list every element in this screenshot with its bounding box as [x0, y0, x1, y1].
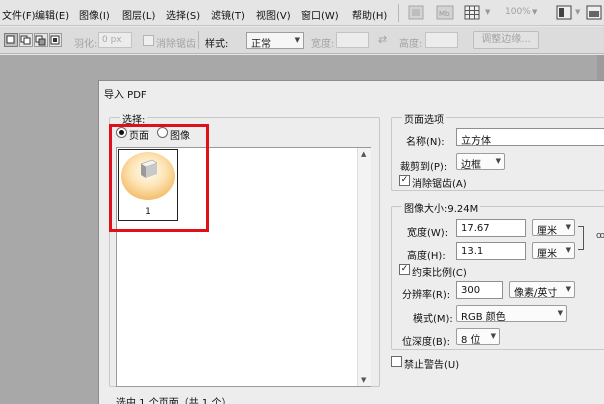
height-option-label: 高度:: [399, 39, 423, 50]
screen-mode-icon[interactable]: [586, 5, 602, 20]
resolution-unit-value: 像素/英寸: [514, 288, 558, 299]
height-unit-select[interactable]: 厘米 ▼: [532, 242, 575, 260]
suppress-warnings-label[interactable]: 禁止警告(U): [404, 356, 459, 371]
page-options-label: 页面选项: [402, 111, 446, 126]
suppress-warnings-checkbox[interactable]: [391, 356, 402, 367]
selection-mode-icons[interactable]: [4, 33, 62, 47]
crop-to-label: 裁剪到(P):: [400, 162, 448, 173]
menu-help[interactable]: 帮助(H): [352, 7, 387, 22]
antialias-checkbox-disabled[interactable]: [143, 35, 154, 46]
dialog-title: 导入 PDF: [104, 90, 147, 101]
refine-edge-button[interactable]: 调整边缘...: [473, 31, 539, 49]
options-divider: [198, 31, 199, 49]
menu-filter[interactable]: 滤镜(T): [211, 7, 245, 22]
menu-file[interactable]: 文件(F): [2, 7, 36, 22]
page-list-scrollbar[interactable]: ▲ ▼: [357, 148, 371, 386]
menu-view[interactable]: 视图(V): [256, 7, 291, 22]
menu-bar: 文件(F) 编辑(E) 图像(I) 图层(L) 选择(S) 滤镜(T) 视图(V…: [0, 0, 604, 26]
crop-to-select[interactable]: 边框 ▼: [456, 153, 505, 171]
selection-status: 选中 1 个页面（共 1 个）: [116, 398, 232, 404]
height-input[interactable]: 13.1: [456, 242, 526, 260]
mode-select[interactable]: RGB 颜色 ▼: [456, 305, 567, 323]
scroll-up-icon[interactable]: ▲: [361, 150, 366, 158]
style-value: 正常: [251, 39, 271, 50]
style-select[interactable]: 正常 ▼: [246, 32, 304, 50]
svg-text:Mb: Mb: [439, 10, 450, 18]
arrange-dropdown-icon[interactable]: ▼: [575, 8, 580, 16]
width-option-label: 宽度:: [311, 39, 335, 50]
height-option-input[interactable]: [425, 32, 458, 48]
bit-depth-select[interactable]: 8 位 ▼: [456, 328, 500, 346]
chevron-down-icon: ▼: [495, 157, 501, 165]
resolution-unit-select[interactable]: 像素/英寸 ▼: [509, 281, 575, 299]
constrain-link-bracket: [578, 226, 584, 250]
resolution-label: 分辨率(R):: [402, 290, 451, 301]
grid-view-icon[interactable]: [464, 5, 480, 20]
constrain-checkbox[interactable]: ✓: [399, 264, 410, 275]
chevron-down-icon: ▼: [490, 332, 496, 340]
antialias-option-label: 消除锯齿: [156, 39, 196, 50]
constrain-label[interactable]: 约束比例(C): [412, 264, 467, 279]
arrange-documents-icon[interactable]: [556, 5, 572, 20]
mode-label: 模式(M):: [413, 314, 453, 325]
bit-depth-label: 位深度(B):: [402, 337, 451, 348]
zoom-level[interactable]: 100%: [505, 7, 531, 17]
mode-value: RGB 颜色: [461, 312, 506, 323]
image-size-label: 图像大小:9.24M: [402, 200, 481, 215]
chevron-down-icon: ▼: [557, 309, 563, 317]
menu-edit[interactable]: 编辑(E): [35, 7, 69, 22]
name-label: 名称(N):: [406, 137, 445, 148]
feather-input[interactable]: 0 px: [98, 32, 132, 48]
grid-dropdown-icon[interactable]: ▼: [485, 8, 490, 16]
resolution-input[interactable]: 300: [456, 281, 503, 299]
scroll-down-icon[interactable]: ▼: [361, 376, 366, 384]
chevron-down-icon: ▼: [565, 246, 571, 254]
crop-to-value: 边框: [461, 160, 481, 171]
width-input[interactable]: 17.67: [456, 219, 526, 237]
swap-icon[interactable]: ⇄: [378, 33, 387, 46]
width-label: 宽度(W):: [407, 228, 449, 239]
bridge-icon[interactable]: [408, 5, 424, 20]
bit-depth-value: 8 位: [461, 335, 481, 346]
width-unit-select[interactable]: 厘米 ▼: [532, 219, 575, 237]
options-bar: 羽化: 0 px 消除锯齿 样式: 正常 ▼ 宽度: ⇄ 高度: 调整边缘...: [0, 27, 604, 54]
thumbnail-highlight-box: [109, 124, 209, 232]
width-unit-value: 厘米: [537, 226, 557, 237]
name-input[interactable]: 立方体: [456, 128, 604, 147]
menu-layer[interactable]: 图层(L): [122, 7, 155, 22]
height-unit-value: 厘米: [537, 249, 557, 260]
link-chain-icon: ꝏ: [596, 231, 604, 241]
menu-image[interactable]: 图像(I): [79, 7, 110, 22]
menu-window[interactable]: 窗口(W): [301, 7, 339, 22]
chevron-down-icon: ▼: [565, 223, 571, 231]
feather-label: 羽化:: [74, 39, 98, 50]
antialias-checkbox[interactable]: ✓: [399, 175, 410, 186]
menubar-divider: [398, 4, 399, 22]
mini-bridge-icon[interactable]: Mb: [436, 5, 454, 20]
zoom-dropdown-icon[interactable]: ▼: [532, 8, 537, 16]
chevron-down-icon: ▼: [294, 36, 300, 44]
height-label: 高度(H):: [407, 251, 446, 262]
width-option-input[interactable]: [336, 32, 369, 48]
chevron-down-icon: ▼: [565, 285, 571, 293]
style-label: 样式:: [205, 39, 229, 50]
antialias-label[interactable]: 消除锯齿(A): [412, 175, 467, 190]
menu-select[interactable]: 选择(S): [166, 7, 200, 22]
